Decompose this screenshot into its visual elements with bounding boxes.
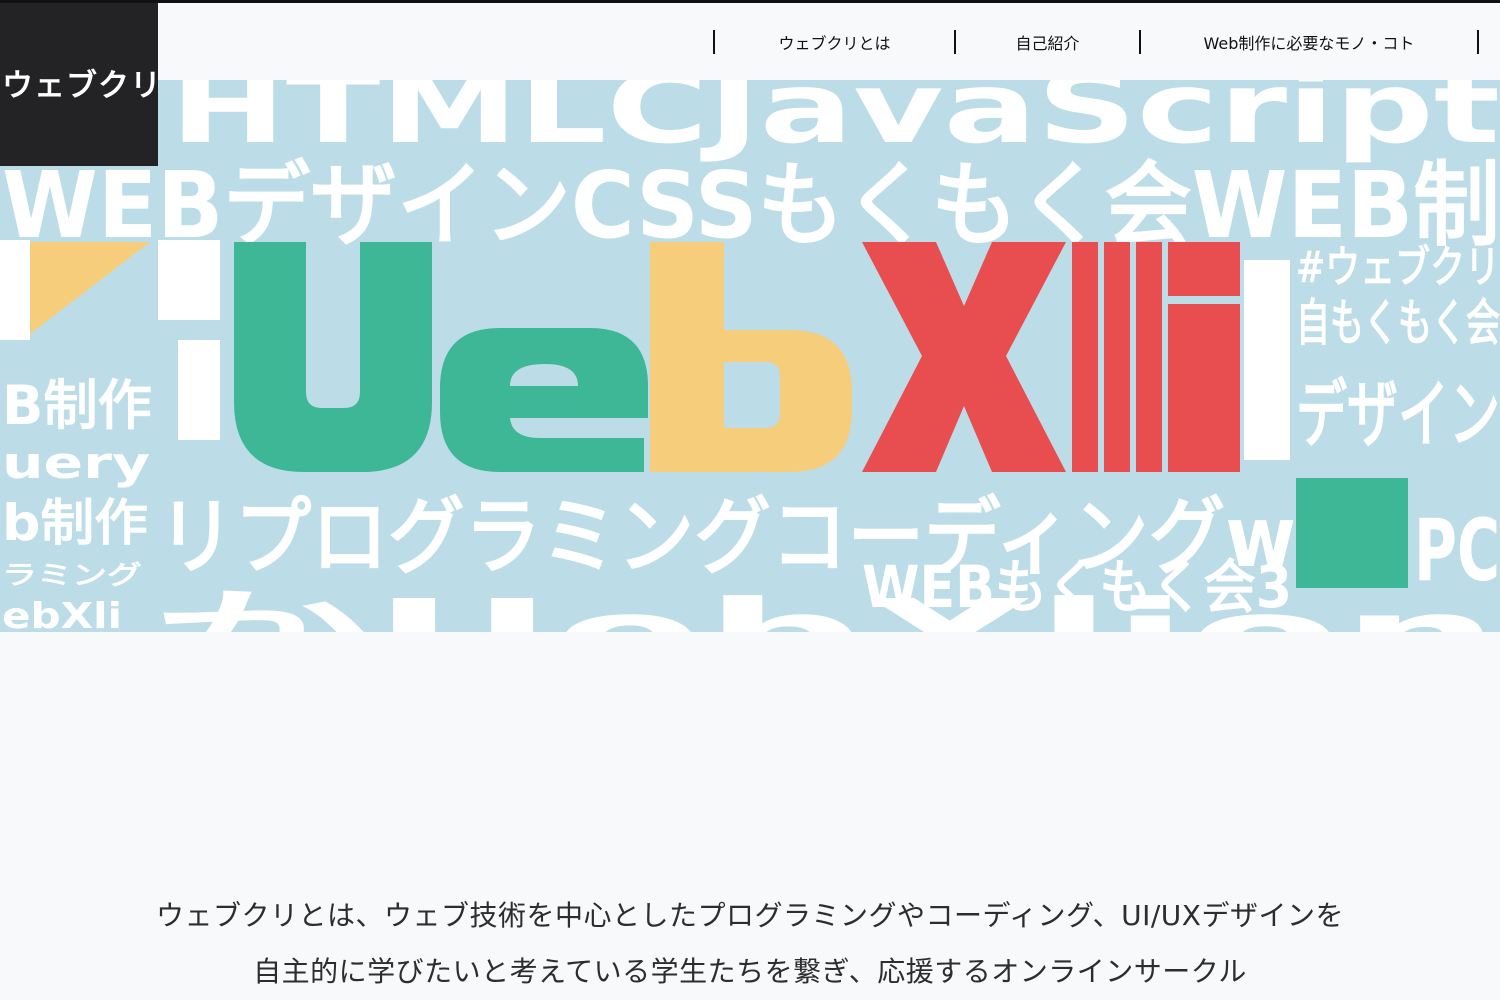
nav-item-web-essentials[interactable]: Web制作に必要なモノ・コト	[1141, 30, 1477, 54]
webxli-logo	[234, 242, 1240, 472]
logo-letter-l-2	[1104, 242, 1130, 472]
bg-word-left3: b制作	[2, 494, 148, 552]
bg-block-left	[0, 240, 30, 340]
hero-graphic: HTMLCJavaScript WEBデザインCSSもくもく会WEB制 B制作 …	[0, 80, 1500, 632]
bg-block-column-2	[178, 340, 220, 440]
logo-letter-i-stem	[1168, 304, 1240, 472]
nav-item-about[interactable]: ウェブクリとは	[715, 30, 954, 54]
nav-divider	[1477, 30, 1479, 54]
site-logo-link[interactable]: ウェブクリ	[0, 3, 161, 166]
bg-block-column	[158, 240, 220, 320]
logo-letter-i-dot	[1168, 242, 1240, 296]
logo-letter-l-1	[1072, 242, 1098, 472]
bg-word-left5: ebXli	[2, 596, 122, 632]
top-border	[0, 0, 1500, 3]
hero-banner: HTMLCJavaScript WEBデザインCSSもくもく会WEB制 B制作 …	[0, 80, 1500, 632]
intro-paragraph: ウェブクリとは、ウェブ技術を中心としたプログラミングやコーディング、UI/UXデ…	[156, 899, 1344, 988]
bg-word-left1: B制作	[2, 374, 152, 437]
logo-letter-l-3	[1136, 242, 1162, 472]
bg-word-row2: WEBデザインCSSもくもく会WEB制	[2, 152, 1500, 259]
logo-letter-u	[234, 242, 432, 472]
bg-word-right3: デザイン	[1296, 372, 1500, 458]
bg-word-left2: uery	[2, 438, 150, 489]
site-logo-text: ウェブクリ	[2, 68, 162, 104]
bg-block-right-column	[1244, 260, 1290, 460]
logo-letter-b	[650, 242, 852, 472]
logo-letter-e	[440, 328, 648, 472]
bg-word-right2: 自もくもく会	[1296, 294, 1500, 352]
bg-word-left4: ラミング	[2, 561, 142, 591]
logo-letter-x	[862, 242, 1066, 472]
page: ウェブクリ ウェブクリとは 自己紹介 Web制作に必要なモノ・コト HTMLCJ…	[0, 0, 1500, 1000]
green-square-shape	[1296, 478, 1408, 588]
bg-word-right4: PC	[1414, 501, 1500, 601]
bg-word-right1: #ウェブクリ	[1296, 242, 1500, 293]
nav-item-profile[interactable]: 自己紹介	[956, 30, 1139, 54]
global-nav: ウェブクリとは 自己紹介 Web制作に必要なモノ・コト	[713, 29, 1479, 55]
